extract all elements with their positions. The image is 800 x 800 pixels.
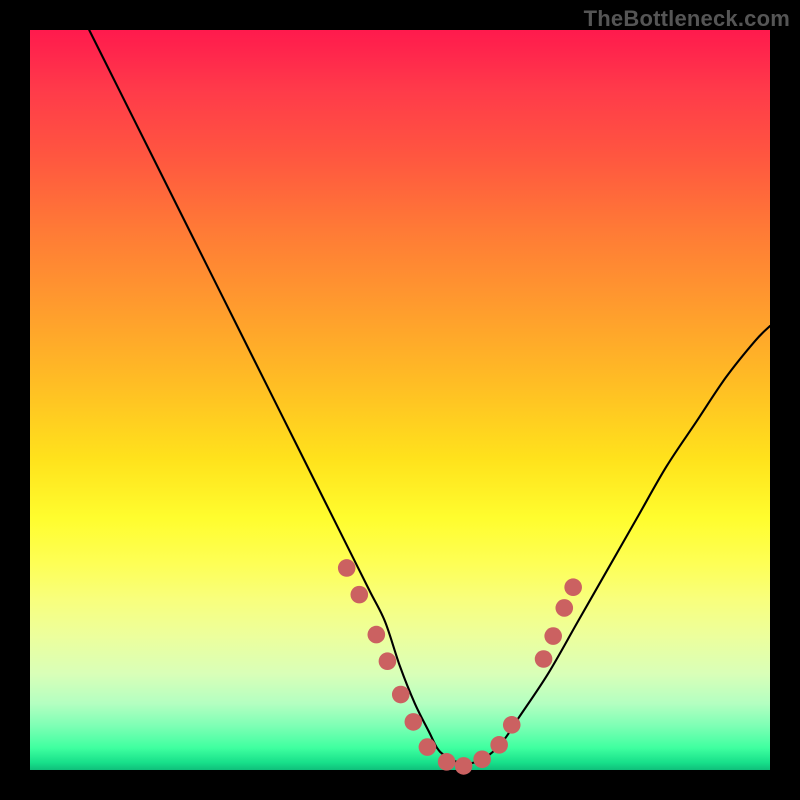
data-marker <box>438 753 456 771</box>
data-marker <box>392 686 410 704</box>
data-marker <box>379 652 397 670</box>
bottleneck-curve <box>89 30 770 764</box>
data-marker <box>555 599 573 617</box>
data-marker <box>503 716 521 734</box>
data-marker <box>338 559 356 577</box>
data-marker <box>544 627 562 645</box>
data-marker <box>351 586 369 604</box>
plot-area <box>30 30 770 770</box>
data-marker <box>455 757 473 775</box>
data-marker <box>405 713 423 731</box>
chart-svg <box>30 30 770 770</box>
data-marker <box>368 626 386 644</box>
data-marker <box>564 578 582 596</box>
data-marker <box>473 750 491 768</box>
data-marker <box>490 736 508 754</box>
data-marker <box>535 650 553 668</box>
data-markers <box>338 559 582 775</box>
watermark-text: TheBottleneck.com <box>584 6 790 32</box>
data-marker <box>419 738 437 756</box>
chart-frame: TheBottleneck.com <box>0 0 800 800</box>
